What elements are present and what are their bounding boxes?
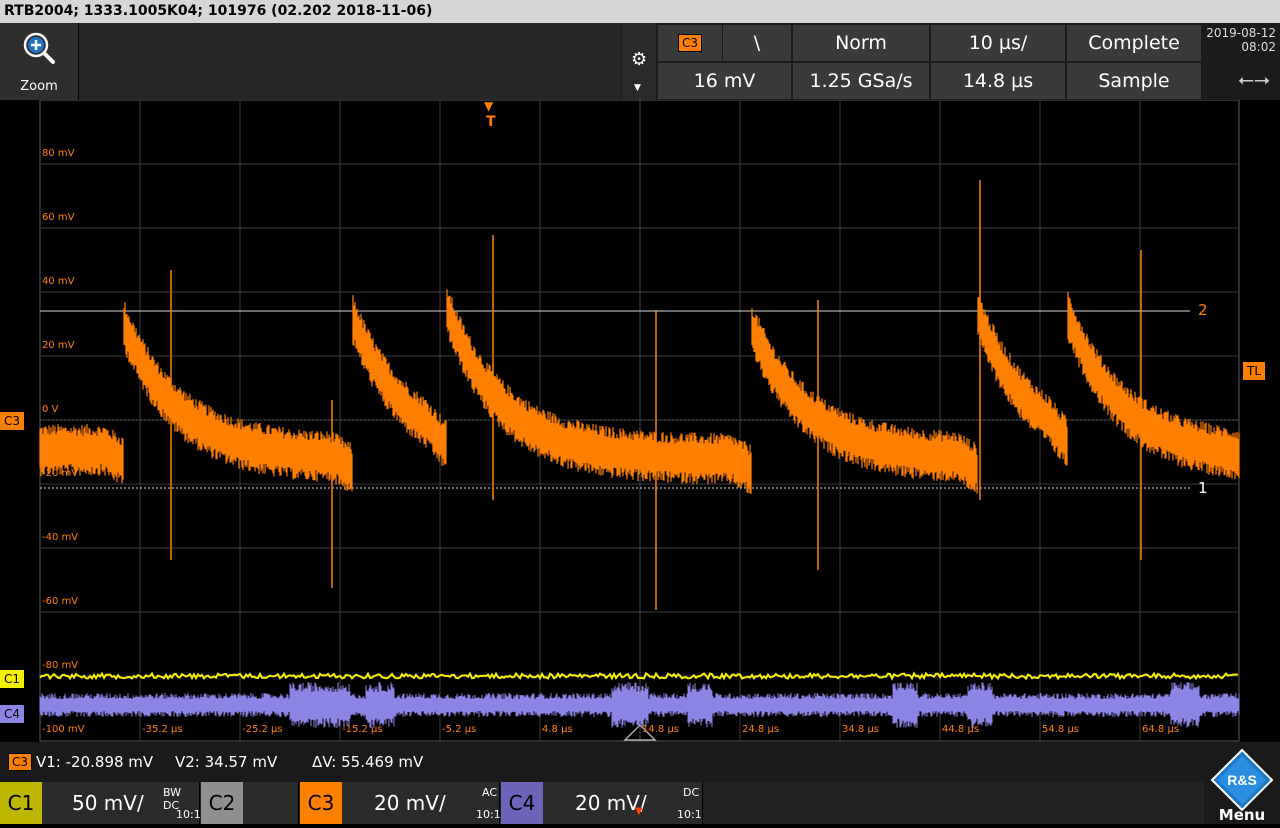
voltage-axis-label: 40 mV [42, 276, 75, 287]
voltage-axis-label: 80 mV [42, 148, 75, 159]
cursor-2-label[interactable]: 2 [1198, 301, 1208, 319]
c3-offset-marker[interactable]: C3 [0, 412, 25, 430]
gear-icon: ⚙ [631, 49, 648, 70]
c1-scale: 50 mV/ [72, 791, 144, 815]
zoom-button[interactable]: Zoom [0, 23, 79, 100]
acquisition-mode-cell[interactable]: Sample [1066, 62, 1202, 100]
time-axis-label: 54.8 µs [1042, 724, 1080, 735]
c4-burst [1170, 682, 1200, 728]
sample-rate-cell[interactable]: 1.25 GSa/s [792, 62, 930, 100]
time-axis-label: 64.8 µs [1142, 724, 1180, 735]
trigger-source-badge: C3 [678, 34, 703, 52]
time-scale-cell[interactable]: 10 µs/ [930, 24, 1066, 62]
time-text: 08:02 [1241, 40, 1276, 54]
c4-burst [611, 682, 649, 728]
c4-burst [365, 682, 395, 728]
channel-c1[interactable]: C1 50 mV/ BW DC 10:1 [0, 782, 201, 824]
cursor-1-label[interactable]: 1 [1198, 479, 1208, 497]
time-axis-label: -5.2 µs [442, 724, 477, 735]
c1-label: C1 [0, 782, 42, 824]
measurement-source-badge: C3 [8, 753, 33, 771]
c4-label: C4 [501, 782, 543, 824]
trigger-position-label: T [486, 114, 496, 130]
voltage-axis-label: -100 mV [42, 724, 85, 735]
c4-burst [967, 682, 993, 728]
waveform-canvas [39, 100, 1240, 742]
menu-label: Menu [1218, 806, 1266, 824]
c3-scale: 20 mV/ [374, 791, 446, 815]
usb-icon: ⭠⭢ [1238, 67, 1270, 91]
c3-probe: 10:1 [476, 808, 501, 821]
trigger-position-marker[interactable]: ▼ [484, 100, 493, 112]
waveform-display[interactable]: C3 C1 C4 TL ▼ T 2 1 80 mV 60 mV 40 mV 20 mV… [0, 100, 1280, 742]
menu-button[interactable]: R&S Menu [1204, 742, 1280, 824]
trigger-slope-icon: \ [753, 32, 761, 54]
measurement-bar: C3 V1: -20.898 mV V2: 34.57 mV ΔV: 55.46… [0, 742, 1280, 782]
trigger-mode-cell[interactable]: Norm [792, 24, 930, 62]
voltage-axis-label: 20 mV [42, 340, 75, 351]
date-time: 2019-08-12 08:02 [1202, 23, 1280, 61]
window-title: RTB2004; 1333.1005K04; 101976 (02.202 20… [0, 0, 1280, 23]
cursor-v1-value: V1: -20.898 mV [36, 753, 154, 771]
svg-text:R&S: R&S [1227, 772, 1257, 788]
time-axis-label: 24.8 µs [742, 724, 780, 735]
time-axis-label: -25.2 µs [242, 724, 283, 735]
voltage-axis-label: -40 mV [42, 532, 79, 543]
c4-burst [289, 682, 351, 728]
voltage-axis-label: 0 V [42, 404, 59, 415]
voltage-axis-label: 60 mV [42, 212, 75, 223]
c3-label: C3 [300, 782, 342, 824]
trigger-position-cell[interactable]: 14.8 µs [930, 62, 1066, 100]
cursor-v2-value: V2: 34.57 mV [175, 753, 278, 771]
c4-coupling: DC [683, 786, 700, 799]
c4-offset-marker[interactable]: C4 [0, 705, 25, 723]
channel-c2[interactable]: C2 [201, 782, 299, 824]
time-axis-label: 4.8 µs [542, 724, 573, 735]
c1-probe: 10:1 [176, 808, 201, 821]
zoom-icon [23, 32, 55, 64]
time-axis-label: 44.8 µs [942, 724, 980, 735]
channel-c4[interactable]: C4 20 mV/ ▼ DC 10:1 [501, 782, 703, 824]
c1-offset-marker[interactable]: C1 [0, 670, 25, 688]
time-axis-label: -35.2 µs [142, 724, 183, 735]
c4-burst [892, 682, 918, 728]
settings-button[interactable]: ⚙ ▼ [622, 23, 656, 100]
time-axis-label: 34.8 µs [842, 724, 880, 735]
chevron-down-icon: ▼ [634, 83, 641, 93]
voltage-axis-label: -60 mV [42, 596, 79, 607]
time-axis-label: 14.8 µs [642, 724, 680, 735]
trigger-level-marker[interactable]: TL [1243, 362, 1266, 380]
channel-bar: C1 50 mV/ BW DC 10:1 C2 C3 20 mV/ AC 10:… [0, 782, 1280, 824]
trigger-level-cell[interactable]: 16 mV [657, 62, 792, 100]
channel-c3[interactable]: C3 20 mV/ AC 10:1 [300, 782, 501, 824]
c4-scale: 20 mV/ [575, 791, 647, 815]
c3-coupling: AC [482, 786, 498, 799]
cursor-delta-value: ΔV: 55.469 mV [312, 753, 424, 771]
date-text: 2019-08-12 [1206, 26, 1276, 40]
c4-burst [687, 682, 713, 728]
voltage-axis-label: -20 mV [42, 468, 79, 479]
toolbar-empty-area [79, 23, 621, 100]
acquisition-state-cell[interactable]: Complete [1066, 24, 1202, 62]
time-axis-label: -15.2 µs [342, 724, 383, 735]
voltage-axis-label: -80 mV [42, 660, 79, 671]
c4-edit-arrow-icon: ▼ [635, 806, 643, 817]
trigger-slope-cell[interactable]: \ [722, 24, 792, 62]
zoom-label: Zoom [20, 79, 58, 94]
c2-label: C2 [201, 782, 243, 824]
c4-probe: 10:1 [677, 808, 702, 821]
toolbar: Zoom ⚙ ▼ C3 \ Norm 10 µs/ Complete 16 mV… [0, 23, 1280, 100]
